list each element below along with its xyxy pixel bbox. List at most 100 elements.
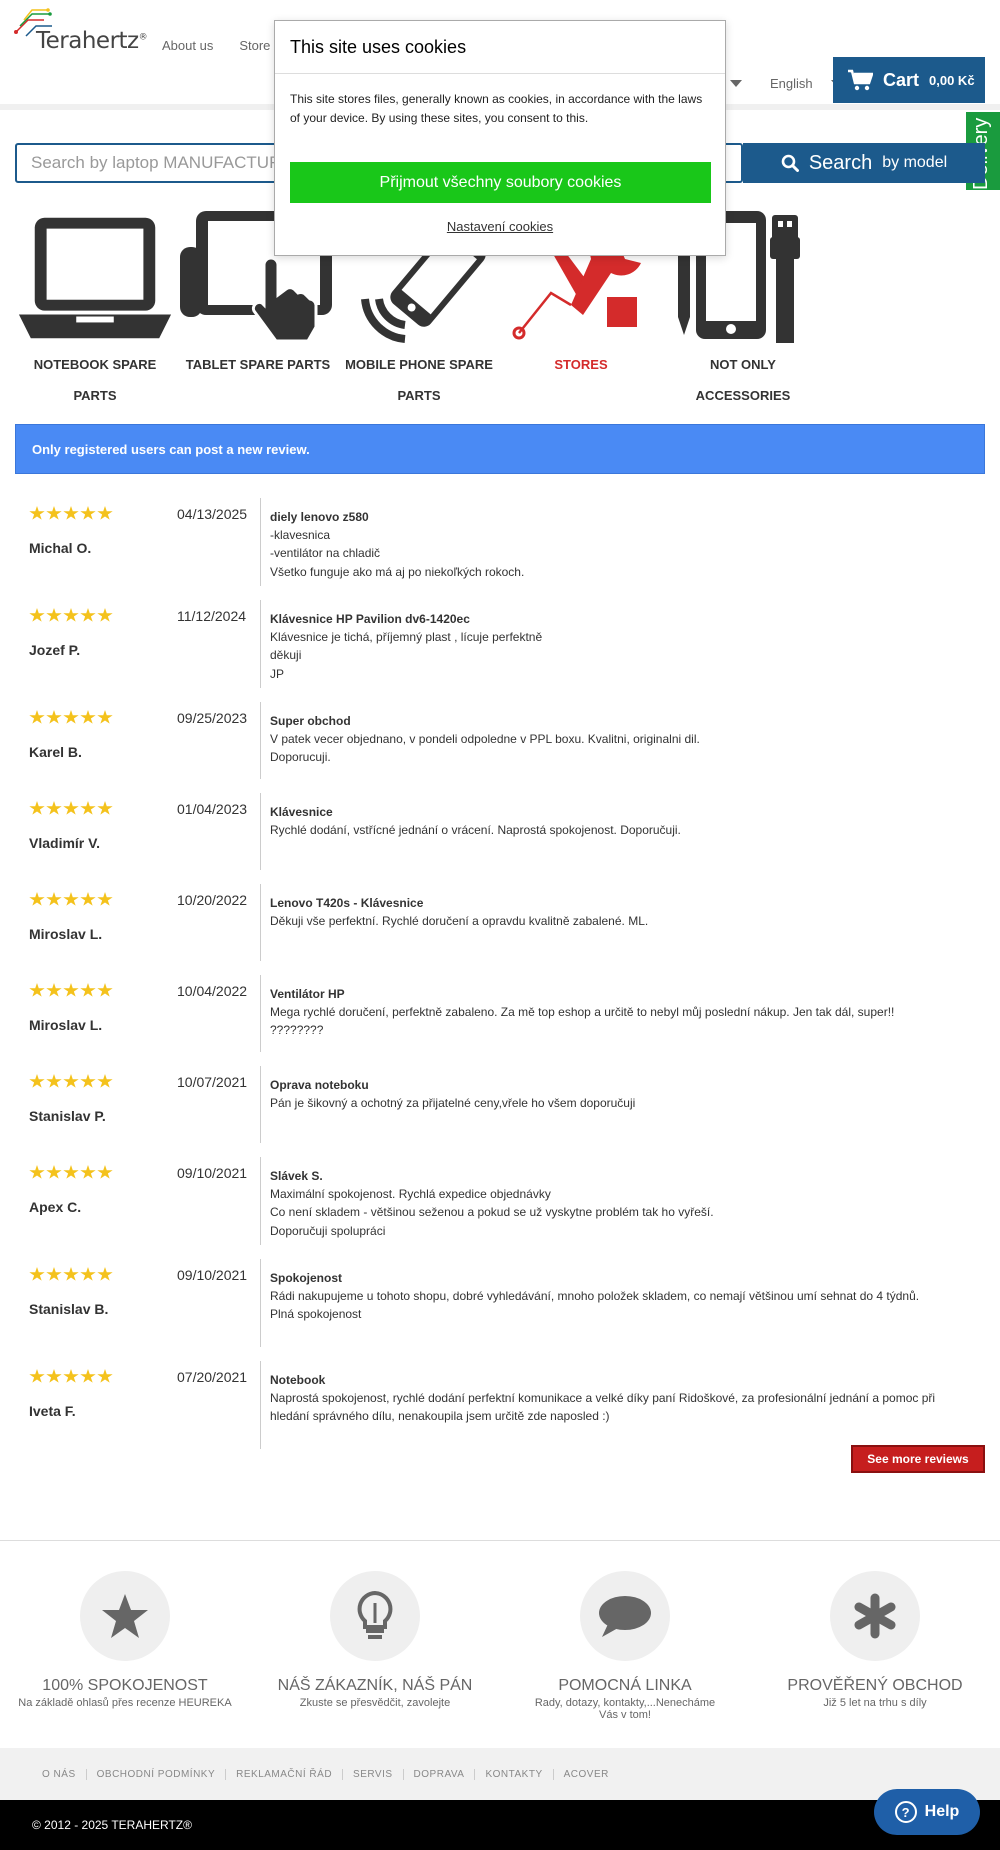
review-text: Klávesnice Rychlé dodání, vstřícné jednán… [270, 803, 970, 839]
star-icon [63, 801, 79, 815]
star-icon [29, 1074, 45, 1088]
star-icon [46, 1369, 62, 1383]
review-item: 01/04/2023 Vladimír V. Klávesnice Rychlé do… [15, 785, 985, 876]
asterisk-icon [854, 1593, 896, 1639]
review-author: Michal O. [29, 540, 92, 556]
star-icon [97, 608, 113, 622]
star-icon [63, 1074, 79, 1088]
star-icon [46, 892, 62, 906]
review-title: Ventilátor HP [270, 987, 345, 1001]
review-item: 04/13/2025 Michal O. diely lenovo z580 -kla… [15, 490, 985, 592]
star-icon [97, 983, 113, 997]
review-line: Doporucuji. [270, 750, 331, 765]
review-author: Stanislav P. [29, 1108, 106, 1124]
footer-link-contacts[interactable]: KONTAKTY [475, 1768, 554, 1780]
star-icon [46, 983, 62, 997]
review-date: 09/10/2021 [177, 1267, 248, 1283]
review-line: Plná spokojenost [270, 1307, 362, 1322]
cart-label: Cart [883, 69, 920, 90]
review-line: děkuji [270, 648, 302, 663]
review-divider [260, 975, 261, 1052]
see-more-reviews-button[interactable]: See more reviews [851, 1445, 985, 1473]
star-icon [46, 1074, 62, 1088]
review-date: 09/10/2021 [177, 1165, 248, 1181]
star-icon [97, 892, 113, 906]
feature-subtitle: Na základě ohlasů přes recenze HEUREKA [18, 1697, 232, 1709]
star-icon [97, 1165, 113, 1179]
feature-title: NÁŠ ZÁKAZNÍK, NÁŠ PÁN [277, 1677, 473, 1694]
review-text: Notebook Naprostá spokojenost, rychlé dod… [270, 1371, 970, 1426]
footer-link-about[interactable]: O NÁS [42, 1768, 87, 1780]
footer-link-shipping[interactable]: DOPRAVA [404, 1768, 476, 1780]
search-icon [781, 154, 799, 172]
category-label: MOBILE PHONE SPARE PARTS [345, 357, 493, 403]
review-divider [260, 884, 261, 961]
review-author: Miroslav L. [29, 926, 103, 942]
search-button[interactable]: Search by model [743, 143, 985, 183]
category-notebook[interactable]: NOTEBOOK SPARE PARTS [15, 205, 175, 411]
review-line: Doporučuji spolupráci [270, 1223, 386, 1238]
accept-cookies-button[interactable]: Přijmout všechny soubory cookies [290, 162, 711, 203]
review-line: Všetko funguje ako má aj po niekoľkých r… [270, 564, 525, 579]
review-line: Klávesnice je tichá, příjemný plast , lí… [270, 630, 543, 645]
review-text: Spokojenost Rádi nakupujeme u tohoto shop… [270, 1269, 970, 1324]
language-label[interactable]: English [770, 76, 813, 91]
nav-store[interactable]: Store [239, 38, 270, 53]
review-date: 07/20/2021 [177, 1369, 248, 1385]
cart-icon [848, 69, 873, 91]
review-divider [260, 793, 261, 870]
cart-button[interactable]: Cart 0,00 Kč [833, 57, 985, 103]
feature-subtitle: Rady, dotazy, kontakty,...Nenecháme Vás … [534, 1697, 716, 1721]
star-icon [80, 801, 96, 815]
review-date: 01/04/2023 [177, 801, 248, 817]
rating-stars [29, 983, 113, 998]
review-text: diely lenovo z580 -klavesnica -ventilátor … [270, 508, 970, 581]
review-text: Super obchod V patek vecer objednano, v p… [270, 712, 970, 767]
star-icon [97, 506, 113, 520]
review-item: 09/25/2023 Karel B. Super obchod V patek ve… [15, 694, 985, 785]
nav-about-us[interactable]: About us [162, 38, 213, 53]
review-text: Oprava noteboku Pán je šikovný a ochotný … [270, 1076, 970, 1112]
star-icon [63, 892, 79, 906]
feature-satisfaction: 100% SPOKOJENOST Na základě ohlasů přes … [15, 1571, 235, 1709]
help-button[interactable]: ? Help [874, 1789, 980, 1835]
footer-link-acover[interactable]: ACOVER [554, 1769, 619, 1780]
language-switcher[interactable]: English [730, 76, 843, 91]
star-icon [29, 1267, 45, 1281]
cookie-body: This site stores files, generally known … [290, 92, 703, 125]
footer-links: O NÁS OBCHODNÍ PODMÍNKY REKLAMAČNÍ ŘÁD S… [0, 1748, 1000, 1800]
logo-registered-mark: ® [138, 32, 148, 43]
laptop-icon [18, 217, 172, 339]
feature-customer: NÁŠ ZÁKAZNÍK, NÁŠ PÁN Zkuste se přesvědč… [265, 1571, 485, 1709]
star-icon [29, 710, 45, 724]
star-icon [29, 983, 45, 997]
review-text: Klávesnice HP Pavilion dv6-1420ec Klávesn… [270, 610, 970, 683]
currency-caret-icon[interactable] [730, 80, 742, 87]
review-item: 10/04/2022 Miroslav L. Ventilátor HP Mega r… [15, 967, 985, 1058]
review-divider [260, 1259, 261, 1347]
review-line: Maximální spokojenost. Rychlá expedice o… [270, 1187, 551, 1202]
star-icon [80, 892, 96, 906]
review-line: Mega rychlé doručení, perfektně zabaleno… [270, 1005, 895, 1020]
review-item: 09/10/2021 Stanislav B. Spokojenost Rádi na… [15, 1251, 985, 1353]
logo[interactable]: Terahertz® [14, 6, 154, 56]
feature-subtitle: Již 5 let na trhu s díly [823, 1697, 927, 1709]
review-line: -klavesnica [270, 528, 331, 543]
footer-link-complaints[interactable]: REKLAMAČNÍ ŘÁD [226, 1768, 344, 1780]
review-divider [260, 1157, 261, 1245]
rating-stars [29, 1165, 113, 1180]
star-icon [63, 1267, 79, 1281]
search-button-label: Search [808, 151, 873, 174]
rating-stars [29, 1267, 113, 1282]
rating-stars [29, 1074, 113, 1089]
review-author: Miroslav L. [29, 1017, 103, 1033]
review-list: 04/13/2025 Michal O. diely lenovo z580 -kla… [15, 490, 985, 1455]
review-title: Klávesnice [270, 805, 333, 819]
info-message: Only registered users can post a new rev… [15, 424, 985, 474]
cookie-settings-link[interactable]: Nastavení cookies [275, 219, 725, 234]
review-date: 10/20/2022 [177, 892, 248, 908]
footer-link-service[interactable]: SERVIS [343, 1768, 404, 1780]
star-icon [80, 1074, 96, 1088]
review-author: Jozef P. [29, 642, 81, 658]
footer-link-terms[interactable]: OBCHODNÍ PODMÍNKY [87, 1768, 227, 1780]
